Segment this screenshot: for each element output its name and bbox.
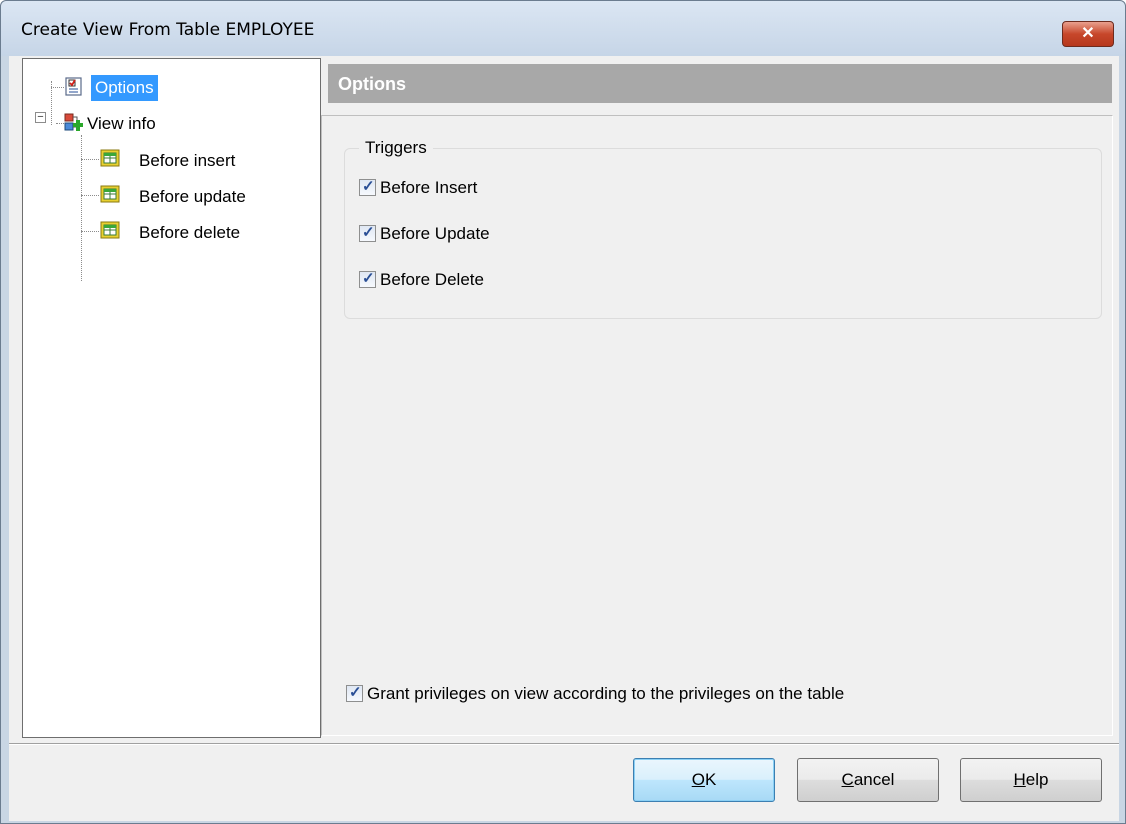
tree-connector (81, 231, 99, 232)
tree-item-label: Before insert (139, 151, 236, 170)
tree-item-before-delete[interactable]: Before delete (99, 217, 309, 247)
group-title: Triggers (359, 138, 433, 158)
grant-privileges-checkbox[interactable]: ✓ Grant privileges on view according to … (346, 682, 1046, 706)
triggers-group: Triggers ✓ Before Insert ✓ Before Update (344, 138, 1102, 319)
checkbox-box[interactable]: ✓ (359, 270, 376, 288)
tree-item-before-update[interactable]: Before update (99, 181, 309, 211)
cancel-label: ancel (853, 770, 895, 789)
trigger-icon (99, 219, 121, 241)
dialog-client: Options − View info Before insert Before… (9, 56, 1119, 821)
before-update-checkbox[interactable]: ✓ Before Update (359, 222, 659, 246)
cancel-mnemonic: C (841, 770, 854, 789)
trigger-icon (99, 183, 121, 205)
section-header: Options (328, 64, 1112, 103)
tree-item-before-insert[interactable]: Before insert (99, 145, 309, 175)
checkmark-icon: ✓ (362, 270, 375, 287)
tree-item-label: Before delete (139, 223, 241, 242)
tree-connector (81, 135, 82, 281)
window-title: Create View From Table EMPLOYEE (21, 20, 315, 40)
close-icon: ✕ (1081, 25, 1095, 42)
close-button[interactable]: ✕ (1062, 21, 1114, 47)
help-label: elp (1025, 770, 1049, 789)
section-title: Options (338, 74, 406, 94)
title-bar[interactable]: Create View From Table EMPLOYEE ✕ (1, 1, 1125, 56)
checkbox-label: Before Update (380, 224, 490, 243)
tree-connector (51, 81, 52, 125)
checkmark-icon: ✓ (362, 178, 375, 195)
before-insert-checkbox[interactable]: ✓ Before Insert (359, 176, 659, 200)
options-panel: Triggers ✓ Before Insert ✓ Before Update (321, 115, 1113, 736)
ok-button[interactable]: OK (633, 758, 775, 802)
tree-item-label: Before update (139, 187, 246, 206)
ok-mnemonic: O (691, 770, 705, 789)
tree-connector (81, 195, 99, 196)
dialog-window: Create View From Table EMPLOYEE ✕ Option… (0, 0, 1126, 824)
ok-label: K (704, 770, 717, 789)
checklist-icon (63, 75, 85, 97)
collapse-toggle[interactable]: − (35, 112, 46, 123)
checkmark-icon: ✓ (349, 684, 362, 701)
minus-icon: − (37, 111, 44, 123)
tree-item-view-info[interactable]: View info (63, 109, 313, 139)
checkbox-label: Before Insert (380, 178, 478, 197)
checkbox-label: Before Delete (380, 270, 484, 289)
tree-item-label: Options (91, 75, 158, 101)
checkbox-label: Grant privileges on view according to th… (367, 684, 845, 703)
tree-item-options[interactable]: Options (63, 73, 313, 103)
help-mnemonic: H (1013, 770, 1026, 789)
tree-connector (81, 159, 99, 160)
view-icon (63, 111, 85, 133)
checkbox-box[interactable]: ✓ (359, 224, 376, 242)
checkbox-box[interactable]: ✓ (346, 684, 363, 702)
checkbox-box[interactable]: ✓ (359, 178, 376, 196)
footer-divider-highlight (9, 744, 1119, 745)
help-button[interactable]: Help (960, 758, 1102, 802)
before-delete-checkbox[interactable]: ✓ Before Delete (359, 268, 659, 292)
tree-item-label: View info (87, 114, 156, 133)
trigger-icon (99, 147, 121, 169)
checkmark-icon: ✓ (362, 224, 375, 241)
cancel-button[interactable]: Cancel (797, 758, 939, 802)
navigation-tree[interactable]: Options − View info Before insert Before… (22, 58, 321, 738)
